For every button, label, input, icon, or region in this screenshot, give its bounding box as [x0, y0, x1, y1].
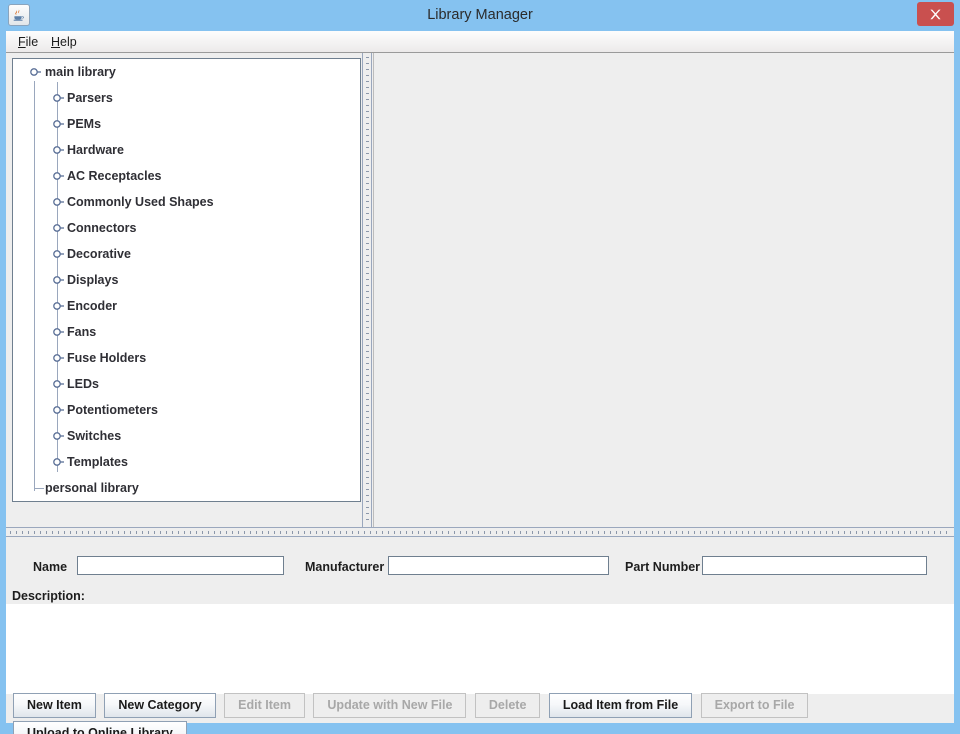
tree-node-label: LEDs [67, 377, 99, 391]
tree-node-label: Potentiometers [67, 403, 158, 417]
button-row-secondary: Upload to Online Library [13, 721, 191, 734]
tree-node-potentiometers[interactable]: Potentiometers [13, 397, 360, 423]
tree-node-connectors[interactable]: Connectors [13, 215, 360, 241]
close-icon [930, 9, 941, 20]
description-textarea[interactable] [6, 604, 954, 694]
delete-button[interactable]: Delete [474, 693, 541, 718]
menu-file-rest: ile [25, 35, 39, 49]
tree-node-label: Encoder [67, 299, 118, 313]
menu-help-rest: elp [60, 35, 77, 49]
tree-node-ac-receptacles[interactable]: AC Receptacles [13, 163, 360, 189]
tree-node-label: Fans [67, 325, 97, 339]
tree-node-label: Displays [67, 273, 119, 287]
tree-node-label: AC Receptacles [67, 169, 162, 183]
tree-expand-handle-icon[interactable] [50, 246, 66, 262]
tree-node-label: PEMs [67, 117, 102, 131]
tree-expand-handle-icon[interactable] [50, 350, 66, 366]
update-with-new-file-button[interactable]: Update with New File [313, 693, 467, 718]
tree-node-fans[interactable]: Fans [13, 319, 360, 345]
tree-expand-handle-icon[interactable] [50, 376, 66, 392]
tree-node-label: main library [45, 65, 116, 79]
tree-expand-handle-icon[interactable] [50, 402, 66, 418]
tree-node-fuse-holders[interactable]: Fuse Holders [13, 345, 360, 371]
tree-node-label: Hardware [67, 143, 124, 157]
menu-help-mnemonic: H [51, 35, 61, 49]
tree-node-hardware[interactable]: Hardware [13, 137, 360, 163]
tree-node-encoder[interactable]: Encoder [13, 293, 360, 319]
application-content: File Help main library Parsers PEMs Hard… [6, 31, 954, 734]
tree-leaf-connector-icon [35, 488, 44, 489]
tree-node-label: Switches [67, 429, 122, 443]
library-tree[interactable]: main library Parsers PEMs Hardware AC Re… [13, 59, 360, 501]
main-split-pane: main library Parsers PEMs Hardware AC Re… [6, 53, 954, 527]
tree-node-switches[interactable]: Switches [13, 423, 360, 449]
tree-node-leds[interactable]: LEDs [13, 371, 360, 397]
tree-node-displays[interactable]: Displays [13, 267, 360, 293]
tree-node-decorative[interactable]: Decorative [13, 241, 360, 267]
tree-node-label: Decorative [67, 247, 131, 261]
tree-node-label: Fuse Holders [67, 351, 147, 365]
part-number-input[interactable] [702, 556, 927, 575]
manufacturer-label: Manufacturer [305, 560, 385, 574]
new-item-button[interactable]: New Item [13, 693, 96, 718]
close-button[interactable] [917, 2, 954, 26]
tree-node-parsers[interactable]: Parsers [13, 85, 360, 111]
tree-expand-handle-icon[interactable] [50, 116, 66, 132]
tree-node-main-library[interactable]: main library [13, 59, 360, 85]
load-item-from-file-button[interactable]: Load Item from File [548, 693, 693, 718]
divider-texture [366, 57, 369, 523]
item-detail-pane [373, 53, 954, 527]
name-input[interactable] [77, 556, 284, 575]
tree-node-label: Templates [67, 455, 128, 469]
menu-help[interactable]: Help [45, 33, 83, 51]
tree-expand-handle-icon[interactable] [50, 142, 66, 158]
manufacturer-input[interactable] [388, 556, 609, 575]
upload-to-online-library-button[interactable]: Upload to Online Library [13, 721, 187, 734]
vertical-split-divider[interactable] [362, 53, 372, 527]
window-title: Library Manager [427, 7, 533, 23]
new-category-button[interactable]: New Category [104, 693, 216, 718]
tree-expand-handle-icon[interactable] [50, 298, 66, 314]
tree-node-personal-library[interactable]: personal library [13, 475, 360, 501]
horizontal-split-divider[interactable] [6, 527, 954, 537]
tree-expand-handle-icon[interactable] [27, 64, 43, 80]
tree-node-label: Commonly Used Shapes [67, 195, 214, 209]
menu-file-mnemonic: F [18, 35, 26, 49]
button-row-primary: New Item New Category Edit Item Update w… [13, 693, 812, 719]
description-label: Description: [12, 589, 85, 603]
item-form-panel: Name Manufacturer Part Number Descriptio… [6, 537, 954, 734]
tree-expand-handle-icon[interactable] [50, 428, 66, 444]
tree-expand-handle-icon[interactable] [50, 454, 66, 470]
tree-expand-handle-icon[interactable] [50, 194, 66, 210]
tree-expand-handle-icon[interactable] [50, 324, 66, 340]
name-label: Name [33, 560, 68, 574]
menu-bar: File Help [6, 31, 954, 53]
tree-node-label: personal library [45, 481, 139, 495]
tree-node-label: Parsers [67, 91, 113, 105]
tree-node-commonly-used-shapes[interactable]: Commonly Used Shapes [13, 189, 360, 215]
part-number-label: Part Number [625, 560, 701, 574]
divider-texture [10, 531, 950, 534]
title-bar: Library Manager [0, 0, 960, 31]
tree-expand-handle-icon[interactable] [50, 90, 66, 106]
tree-node-label: Connectors [67, 221, 137, 235]
menu-file[interactable]: File [12, 33, 44, 51]
tree-node-templates[interactable]: Templates [13, 449, 360, 475]
export-to-file-button[interactable]: Export to File [700, 693, 809, 718]
tree-expand-handle-icon[interactable] [50, 168, 66, 184]
tree-node-pems[interactable]: PEMs [13, 111, 360, 137]
tree-expand-handle-icon[interactable] [50, 272, 66, 288]
edit-item-button[interactable]: Edit Item [224, 693, 305, 718]
tree-expand-handle-icon[interactable] [50, 220, 66, 236]
library-tree-scrollpane[interactable]: main library Parsers PEMs Hardware AC Re… [12, 58, 361, 502]
application-window: Library Manager File Help main library P… [0, 0, 960, 734]
